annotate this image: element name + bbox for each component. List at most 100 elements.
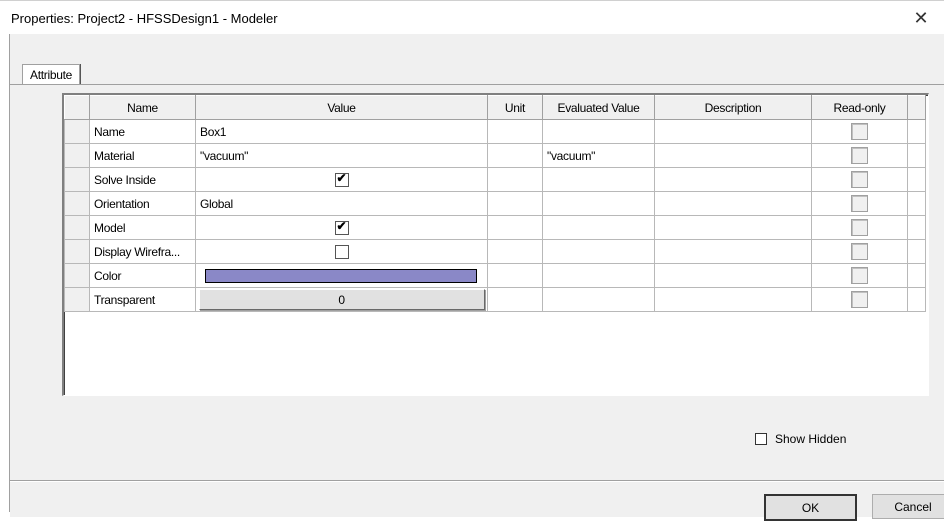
property-value[interactable]: 0 [195, 287, 488, 312]
read-only-cell [811, 287, 908, 312]
property-name: Color [89, 263, 196, 288]
read-only-cell [811, 143, 908, 168]
transparency-button[interactable]: 0 [198, 289, 485, 310]
property-value[interactable] [195, 263, 488, 288]
read-only-checkbox [851, 147, 868, 164]
property-description[interactable] [654, 143, 812, 168]
row-header[interactable] [64, 143, 90, 168]
property-value[interactable]: ✔ [195, 167, 488, 192]
property-unit[interactable] [487, 119, 543, 144]
solve-inside-checkbox[interactable]: ✔ [334, 170, 349, 187]
model-checkbox[interactable]: ✔ [334, 218, 349, 235]
filler-cell [907, 287, 926, 312]
property-value[interactable]: ✔ [195, 215, 488, 240]
property-description[interactable] [654, 239, 812, 264]
read-only-cell [811, 239, 908, 264]
read-only-checkbox [851, 267, 868, 284]
column-header-value[interactable]: Value [195, 95, 488, 120]
table-row[interactable]: Material "vacuum" "vacuum" [64, 143, 926, 168]
filler-cell [907, 143, 926, 168]
property-description[interactable] [654, 167, 812, 192]
property-evaluated [542, 167, 655, 192]
table-row[interactable]: Model ✔ [64, 215, 926, 240]
property-unit[interactable] [487, 167, 543, 192]
property-value[interactable]: Global [195, 191, 488, 216]
color-swatch[interactable] [205, 268, 477, 283]
title-bar: Properties: Project2 - HFSSDesign1 - Mod… [0, 0, 944, 35]
table-row[interactable]: Solve Inside ✔ [64, 167, 926, 192]
property-value[interactable]: "vacuum" [195, 143, 488, 168]
column-header-evaluated-value[interactable]: Evaluated Value [542, 95, 655, 120]
property-description[interactable] [654, 191, 812, 216]
check-icon: ✔ [336, 218, 347, 233]
property-evaluated [542, 191, 655, 216]
column-header-unit[interactable]: Unit [487, 95, 543, 120]
property-evaluated [542, 215, 655, 240]
row-header[interactable] [64, 119, 90, 144]
property-unit[interactable] [487, 143, 543, 168]
show-hidden-option[interactable]: Show Hidden [755, 432, 846, 446]
check-icon: ✔ [336, 170, 347, 185]
filler-cell [907, 215, 926, 240]
property-unit[interactable] [487, 215, 543, 240]
property-unit[interactable] [487, 191, 543, 216]
tab-attribute[interactable]: Attribute [22, 64, 80, 85]
row-header[interactable] [64, 167, 90, 192]
property-description[interactable] [654, 215, 812, 240]
dialog-body: Attribute Name Value Unit Evaluated Valu… [9, 34, 944, 521]
table-row[interactable]: Color [64, 263, 926, 288]
column-header-read-only[interactable]: Read-only [811, 95, 908, 120]
property-evaluated: "vacuum" [542, 143, 655, 168]
filler-cell [907, 263, 926, 288]
ok-button[interactable]: OK [764, 494, 857, 521]
read-only-cell [811, 119, 908, 144]
column-header-name[interactable]: Name [89, 95, 196, 120]
divider [10, 480, 944, 482]
row-header[interactable] [64, 239, 90, 264]
cancel-button[interactable]: Cancel [872, 494, 944, 519]
filler-cell [907, 119, 926, 144]
column-header-description[interactable]: Description [654, 95, 812, 120]
header-filler [907, 95, 926, 120]
property-evaluated [542, 287, 655, 312]
property-unit[interactable] [487, 287, 543, 312]
filler-cell [907, 239, 926, 264]
property-name: Transparent [89, 287, 196, 312]
table-row[interactable]: Orientation Global [64, 191, 926, 216]
row-header[interactable] [64, 263, 90, 288]
property-description[interactable] [654, 287, 812, 312]
property-unit[interactable] [487, 263, 543, 288]
filler-cell [907, 191, 926, 216]
property-evaluated [542, 239, 655, 264]
property-description[interactable] [654, 263, 812, 288]
properties-grid[interactable]: Name Value Unit Evaluated Value Descript… [62, 93, 929, 396]
read-only-checkbox [851, 219, 868, 236]
property-unit[interactable] [487, 239, 543, 264]
property-description[interactable] [654, 119, 812, 144]
read-only-checkbox [851, 291, 868, 308]
show-hidden-checkbox[interactable] [755, 433, 767, 445]
read-only-checkbox [851, 195, 868, 212]
table-row[interactable]: Name Box1 [64, 119, 926, 144]
properties-table: Name Value Unit Evaluated Value Descript… [64, 95, 926, 312]
close-icon[interactable]: ✕ [898, 1, 944, 35]
read-only-checkbox [851, 123, 868, 140]
window-title: Properties: Project2 - HFSSDesign1 - Mod… [11, 11, 278, 26]
table-row[interactable]: Transparent 0 [64, 287, 926, 312]
header-row: Name Value Unit Evaluated Value Descript… [64, 95, 926, 120]
property-name: Model [89, 215, 196, 240]
property-name: Display Wirefra... [89, 239, 196, 264]
show-hidden-label: Show Hidden [775, 432, 847, 446]
display-wireframe-checkbox[interactable] [334, 244, 349, 259]
property-evaluated [542, 119, 655, 144]
property-value[interactable] [195, 239, 488, 264]
row-header[interactable] [64, 287, 90, 312]
corner-cell [64, 95, 90, 120]
property-value[interactable]: Box1 [195, 119, 488, 144]
read-only-cell [811, 167, 908, 192]
read-only-checkbox [851, 171, 868, 188]
table-row[interactable]: Display Wirefra... [64, 239, 926, 264]
row-header[interactable] [64, 215, 90, 240]
property-name: Name [89, 119, 196, 144]
row-header[interactable] [64, 191, 90, 216]
